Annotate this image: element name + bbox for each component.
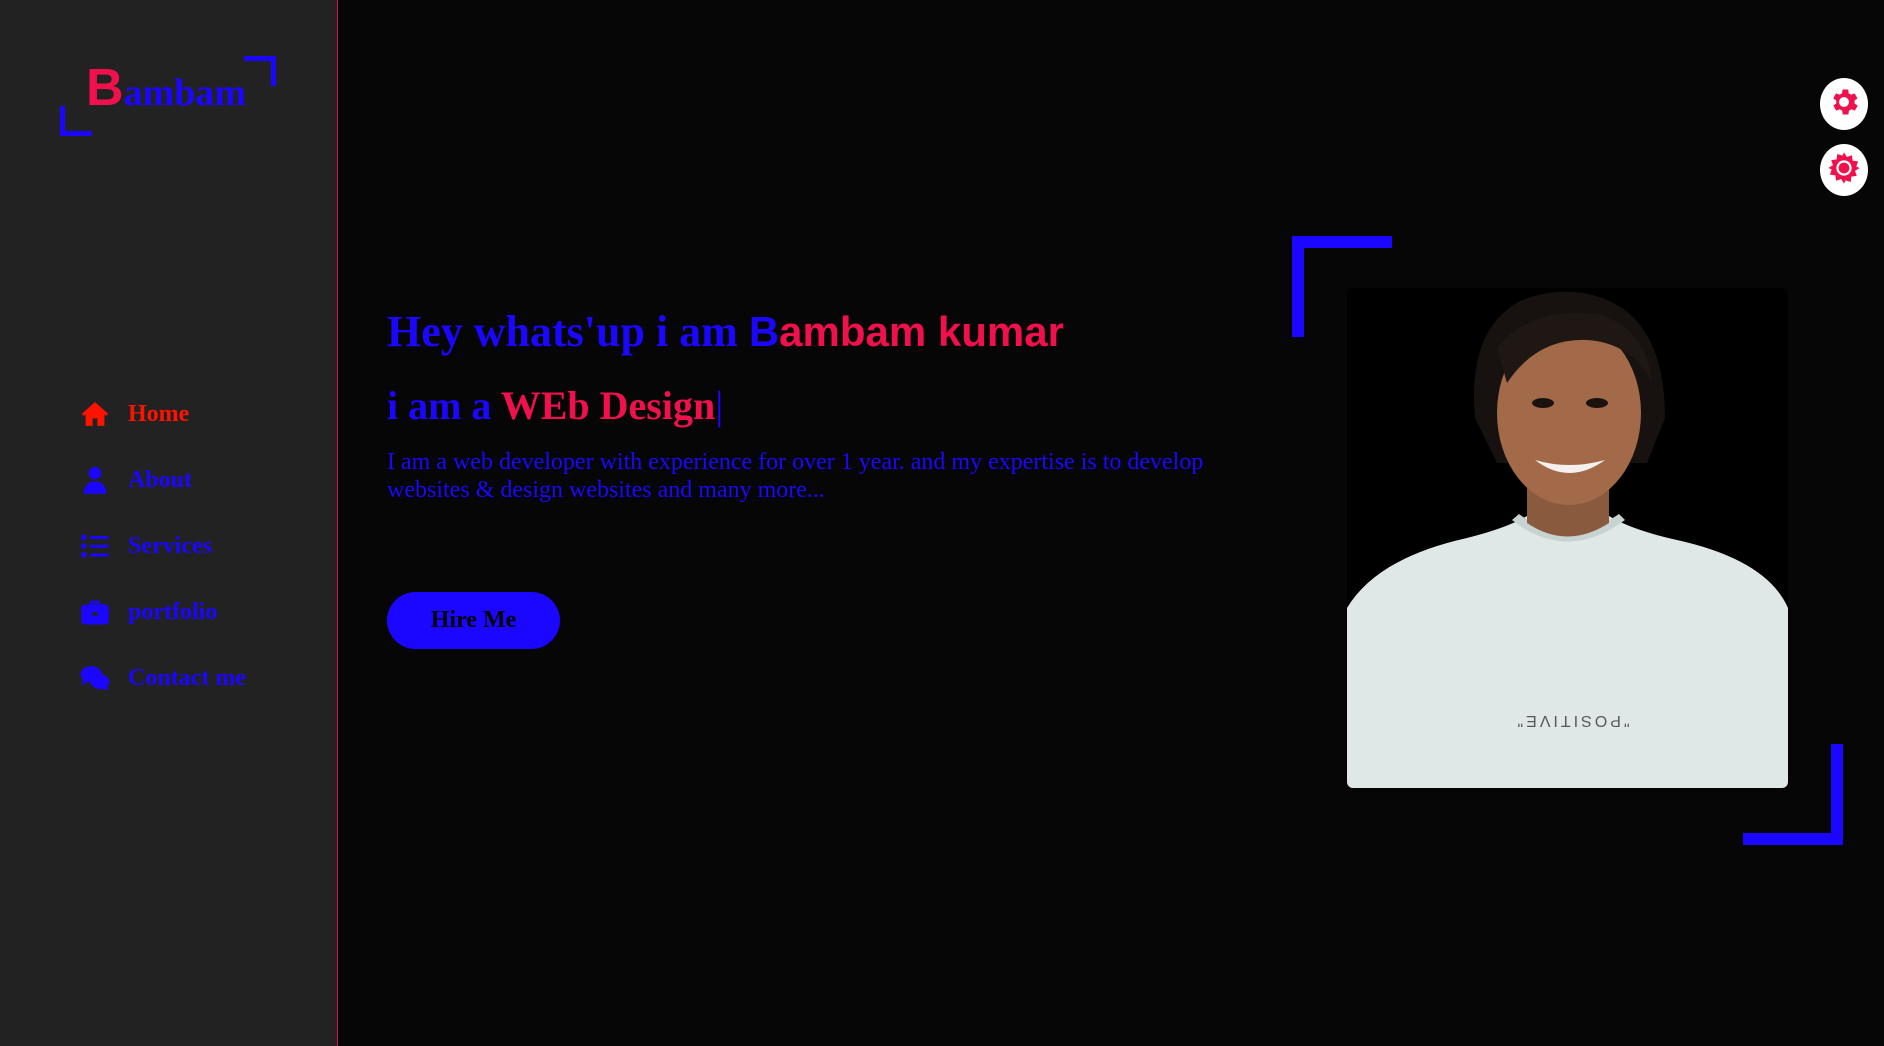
sidebar-item-label: Contact me (128, 664, 246, 691)
logo-corner-top-right (244, 56, 276, 86)
photo-frame-bottom-right (1743, 744, 1843, 845)
theme-toggle-button[interactable] (1820, 144, 1868, 196)
hero-role-typed: WEb Design (500, 383, 716, 428)
hire-me-button[interactable]: Hire Me (387, 592, 560, 649)
hero-greeting: Hey whats'up i am (387, 307, 749, 356)
gear-icon (1827, 85, 1861, 124)
settings-button[interactable] (1820, 78, 1868, 130)
hero-role: i am a WEb Design| (387, 382, 723, 429)
sidebar-nav: Home About Services portfolio Contact me (80, 396, 246, 726)
sidebar-item-about[interactable]: About (80, 462, 246, 498)
sun-icon (1827, 151, 1861, 190)
briefcase-icon (80, 597, 110, 627)
sidebar: Bambam Home About Services portfolio Con… (0, 0, 338, 1046)
sidebar-item-label: Home (128, 400, 190, 427)
hero-name: Bambam kumar (749, 308, 1064, 355)
sidebar-item-label: About (128, 466, 193, 493)
user-icon (80, 465, 110, 495)
hero-role-prefix: i am a (387, 383, 501, 428)
home-icon (80, 399, 110, 429)
comments-icon (80, 663, 110, 693)
sidebar-item-contact[interactable]: Contact me (80, 660, 246, 696)
logo[interactable]: Bambam (60, 56, 276, 136)
logo-first-letter: B (86, 59, 124, 117)
shirt-text: "POSITIVE" (1514, 712, 1629, 729)
hero-name-first: B (748, 308, 780, 355)
typing-caret: | (715, 383, 724, 428)
sidebar-item-label: portfolio (128, 598, 218, 625)
hero-description: I am a web developer with experience for… (387, 449, 1204, 503)
sidebar-item-label: Services (128, 532, 212, 559)
sidebar-item-home[interactable]: Home (80, 396, 246, 432)
list-icon (80, 531, 110, 561)
hero-title: Hey whats'up i am Bambam kumar (387, 306, 1064, 357)
logo-text: Bambam (86, 62, 246, 114)
hero-name-rest: ambam kumar (779, 308, 1064, 355)
sidebar-item-portfolio[interactable]: portfolio (80, 594, 246, 630)
logo-rest: ambam (123, 72, 247, 114)
sidebar-item-services[interactable]: Services (80, 528, 246, 564)
profile-photo: "POSITIVE" (1347, 288, 1788, 788)
